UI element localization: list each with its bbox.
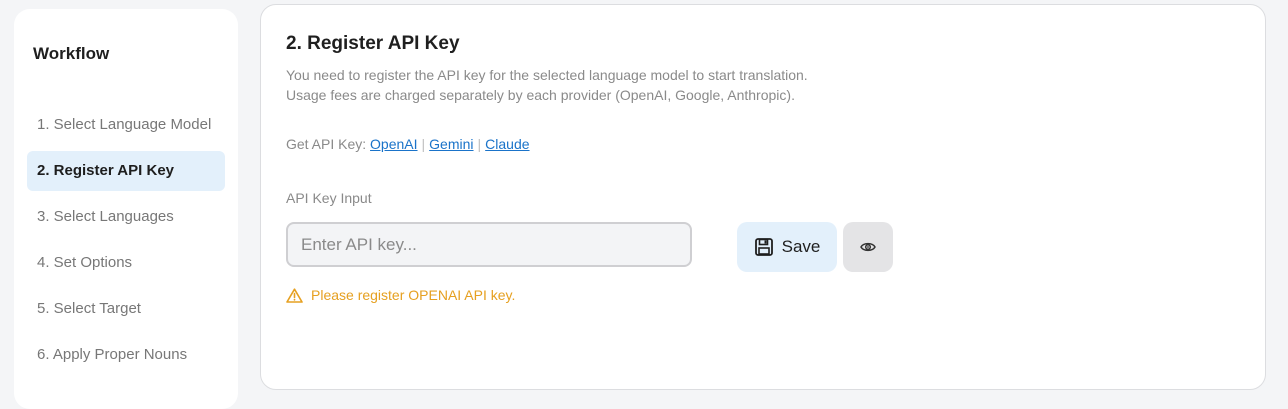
step-select-target[interactable]: 5. Select Target	[27, 289, 225, 329]
openai-link[interactable]: OpenAI	[370, 136, 417, 152]
link-separator: |	[477, 136, 482, 152]
step-set-options[interactable]: 4. Set Options	[27, 243, 225, 283]
warning-triangle-icon	[286, 287, 303, 303]
link-separator: |	[421, 136, 426, 152]
warning-message: Please register OPENAI API key.	[286, 287, 515, 303]
description-line-2: Usage fees are charged separately by eac…	[286, 87, 795, 103]
get-api-key-prefix: Get API Key:	[286, 136, 367, 152]
step-select-language-model[interactable]: 1. Select Language Model	[27, 105, 225, 145]
api-key-input[interactable]	[286, 222, 692, 267]
description-line-1: You need to register the API key for the…	[286, 67, 808, 83]
main-panel: 2. Register API Key You need to register…	[260, 4, 1266, 390]
api-key-input-label: API Key Input	[286, 190, 372, 206]
step-apply-proper-nouns[interactable]: 6. Apply Proper Nouns	[27, 335, 225, 375]
step-register-api-key[interactable]: 2. Register API Key	[27, 151, 225, 191]
step-list: 1. Select Language Model 2. Register API…	[27, 105, 225, 381]
claude-link[interactable]: Claude	[485, 136, 529, 152]
sidebar-title: Workflow	[33, 44, 110, 63]
save-button[interactable]: Save	[737, 222, 837, 272]
gemini-link[interactable]: Gemini	[429, 136, 473, 152]
floppy-disk-icon	[754, 237, 774, 257]
eye-icon	[860, 241, 876, 253]
warning-text: Please register OPENAI API key.	[311, 287, 516, 303]
get-api-key-links: Get API Key: OpenAI | Gemini | Claude	[286, 136, 530, 152]
save-button-label: Save	[781, 237, 821, 256]
page-title: 2. Register API Key	[286, 33, 460, 54]
description: You need to register the API key for the…	[286, 65, 808, 105]
step-select-languages[interactable]: 3. Select Languages	[27, 197, 225, 237]
toggle-visibility-button[interactable]	[843, 222, 893, 272]
workflow-sidebar: Workflow 1. Select Language Model 2. Reg…	[14, 9, 238, 409]
